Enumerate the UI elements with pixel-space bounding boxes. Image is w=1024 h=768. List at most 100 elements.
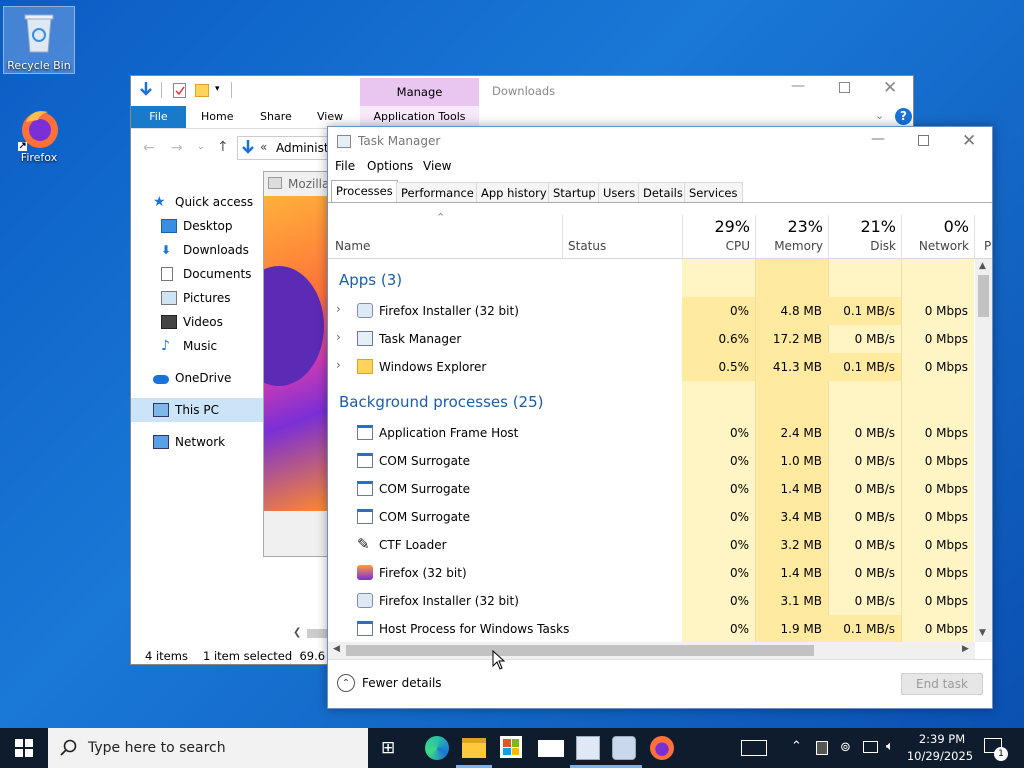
nav-quick-access[interactable]: ★ Quick access	[153, 190, 253, 214]
tm-maximize-icon[interactable]	[918, 135, 929, 146]
expand-chevron-icon[interactable]: ›	[336, 302, 341, 316]
end-task-button[interactable]: End task	[901, 673, 983, 695]
scroll-down-icon[interactable]: ▼	[979, 628, 986, 638]
vertical-scroll-thumb[interactable]	[978, 275, 989, 317]
explorer-h-scrollbar[interactable]	[307, 629, 327, 638]
quick-access-down-arrow-icon[interactable]	[139, 82, 153, 98]
table-row[interactable]: › Firefox Installer (32 bit) 0% 4.8 MB 0…	[328, 297, 974, 325]
new-folder-icon[interactable]	[195, 84, 209, 97]
forward-arrow-icon[interactable]: →	[171, 140, 183, 156]
tab-view[interactable]: View	[305, 106, 355, 128]
close-icon[interactable]: ✕	[883, 78, 897, 98]
table-row[interactable]: Application Frame Host 0% 2.4 MB 0 MB/s …	[328, 419, 974, 447]
nav-pictures[interactable]: Pictures	[161, 286, 231, 310]
nav-videos[interactable]: Videos	[161, 310, 223, 334]
nav-desktop[interactable]: Desktop	[161, 214, 233, 238]
table-row[interactable]: › Task Manager 0.6% 17.2 MB 0 MB/s 0 Mbp…	[328, 325, 974, 353]
tab-startup[interactable]: Startup	[548, 182, 601, 202]
tab-details[interactable]: Details	[638, 182, 688, 202]
col-name[interactable]: Name	[335, 239, 370, 253]
scroll-left-icon[interactable]: ◀	[333, 644, 340, 654]
clock-time[interactable]: 2:39 PM	[914, 732, 970, 746]
nav-network[interactable]: Network	[153, 430, 225, 454]
horizontal-scroll-thumb[interactable]	[346, 645, 814, 656]
desktop-icon-firefox[interactable]: Firefox	[3, 104, 75, 164]
menu-view[interactable]: View	[423, 159, 451, 173]
mozilla-installer-window[interactable]: Mozilla	[263, 171, 331, 557]
task-manager-window[interactable]: Task Manager — ✕ File Options View Proce…	[327, 126, 993, 709]
customize-toolbar-icon[interactable]: ▾	[215, 84, 220, 94]
tab-application-tools[interactable]: Application Tools	[360, 106, 479, 128]
scroll-up-icon[interactable]: ▲	[979, 261, 986, 271]
tab-services[interactable]: Services	[684, 182, 743, 202]
volume-muted-icon[interactable]: 🔈︎	[886, 739, 894, 754]
desktop-icon-recycle-bin[interactable]: Recycle Bin	[3, 6, 75, 74]
edge-icon[interactable]	[425, 736, 449, 760]
col-status[interactable]: Status	[568, 239, 606, 253]
horizontal-scrollbar[interactable]: ◀ ▶	[328, 642, 975, 659]
properties-icon[interactable]	[173, 83, 186, 98]
keyboard-icon[interactable]	[741, 740, 767, 756]
tab-performance[interactable]: Performance	[396, 182, 479, 202]
table-row[interactable]: › Windows Explorer 0.5% 41.3 MB 0.1 MB/s…	[328, 353, 974, 381]
back-arrow-icon[interactable]: ←	[143, 140, 155, 156]
col-power-truncated[interactable]: P	[984, 239, 991, 253]
col-memory[interactable]: Memory	[755, 239, 823, 253]
expand-chevron-icon[interactable]: ›	[336, 330, 341, 344]
up-arrow-icon[interactable]: ↑	[217, 139, 229, 155]
maximize-icon[interactable]	[839, 82, 850, 93]
col-cpu-pct[interactable]: 29%	[682, 217, 750, 236]
nav-this-pc[interactable]: This PC	[153, 398, 219, 422]
nav-documents[interactable]: Documents	[161, 262, 251, 286]
vertical-scrollbar[interactable]: ▲ ▼	[975, 259, 992, 642]
ribbon-collapse-chevron-icon[interactable]: ⌄	[875, 109, 884, 122]
tab-file[interactable]: File	[131, 106, 186, 128]
col-cpu[interactable]: CPU	[682, 239, 750, 253]
installer-taskbar-icon[interactable]	[612, 736, 636, 760]
menu-file[interactable]: File	[335, 159, 355, 173]
network-tray-icon[interactable]	[863, 741, 878, 753]
table-row[interactable]: Host Process for Windows Tasks 0% 1.9 MB…	[328, 615, 974, 642]
col-network[interactable]: Network	[901, 239, 969, 253]
firefox-taskbar-icon[interactable]	[650, 736, 674, 760]
file-explorer-taskbar-icon[interactable]	[462, 738, 486, 758]
tab-processes[interactable]: Processes	[331, 180, 398, 202]
nav-downloads[interactable]: ⬇ Downloads	[161, 238, 249, 262]
manage-context-tab[interactable]: Manage	[360, 78, 479, 106]
col-memory-pct[interactable]: 23%	[755, 217, 823, 236]
windows-start-icon[interactable]	[15, 739, 33, 757]
tab-home[interactable]: Home	[189, 106, 245, 128]
table-row[interactable]: Firefox Installer (32 bit) 0% 3.1 MB 0 M…	[328, 587, 974, 615]
mail-icon[interactable]	[538, 740, 564, 757]
task-view-icon[interactable]: ⊞	[381, 736, 405, 760]
tab-app-history[interactable]: App history	[476, 182, 552, 202]
minimize-icon[interactable]: —	[791, 78, 805, 94]
usb-icon[interactable]	[816, 741, 828, 755]
recent-locations-icon[interactable]: ⌄	[197, 142, 205, 152]
help-icon[interactable]: ?	[895, 108, 912, 125]
tm-minimize-icon[interactable]: —	[871, 131, 885, 147]
table-row[interactable]: ✎ CTF Loader 0% 3.2 MB 0 MB/s 0 Mbps	[328, 531, 974, 559]
nav-onedrive[interactable]: OneDrive	[153, 366, 231, 390]
table-row[interactable]: COM Surrogate 0% 1.4 MB 0 MB/s 0 Mbps	[328, 475, 974, 503]
menu-options[interactable]: Options	[367, 159, 413, 173]
table-row[interactable]: Firefox (32 bit) 0% 1.4 MB 0 MB/s 0 Mbps	[328, 559, 974, 587]
table-row[interactable]: COM Surrogate 0% 3.4 MB 0 MB/s 0 Mbps	[328, 503, 974, 531]
col-disk[interactable]: Disk	[828, 239, 896, 253]
task-manager-taskbar-icon[interactable]	[576, 736, 600, 760]
explorer-scroll-left-icon[interactable]: ❮	[293, 627, 301, 638]
tab-users[interactable]: Users	[598, 182, 641, 202]
expand-chevron-icon[interactable]: ›	[336, 358, 341, 372]
tab-share[interactable]: Share	[248, 106, 304, 128]
scroll-right-icon[interactable]: ▶	[962, 644, 969, 654]
show-hidden-icons-icon[interactable]: ⌃	[791, 739, 802, 754]
tm-close-icon[interactable]: ✕	[962, 131, 976, 151]
store-icon[interactable]	[500, 736, 522, 758]
table-row[interactable]: COM Surrogate 0% 1.0 MB 0 MB/s 0 Mbps	[328, 447, 974, 475]
clock-date[interactable]: 10/29/2025	[906, 749, 974, 763]
camera-icon[interactable]: ⊚	[840, 740, 851, 755]
col-network-pct[interactable]: 0%	[901, 217, 969, 236]
col-disk-pct[interactable]: 21%	[828, 217, 896, 236]
search-box[interactable]: Type here to search	[48, 728, 368, 768]
fewer-details-button[interactable]: ⌃ Fewer details	[337, 673, 442, 693]
